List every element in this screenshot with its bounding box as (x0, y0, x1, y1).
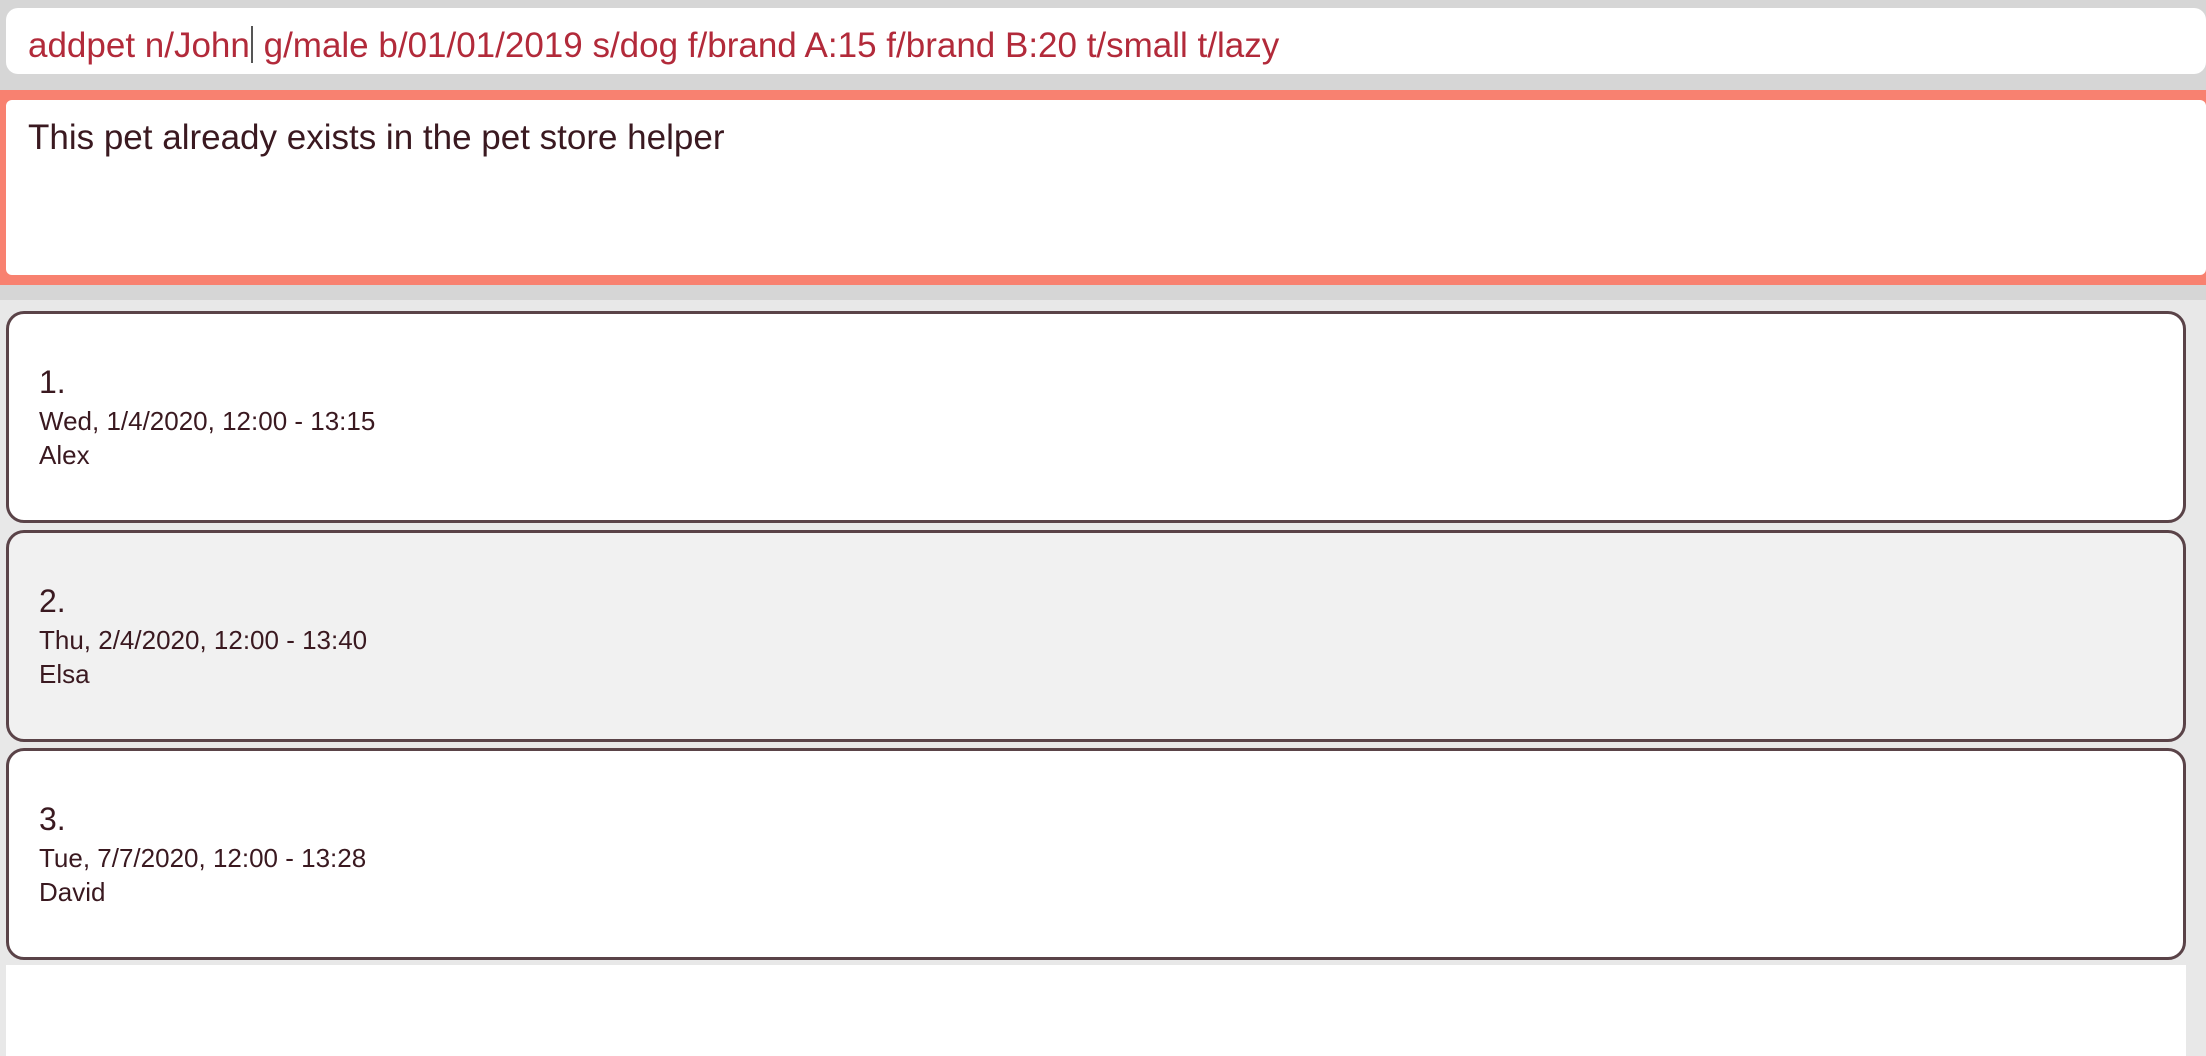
list-empty-area (6, 965, 2186, 1056)
schedule-card-index: 3. (39, 801, 66, 837)
schedule-card-index: 1. (39, 364, 66, 400)
command-text-after-cursor: g/male b/01/01/2019 s/dog f/brand A:15 f… (253, 26, 1280, 65)
result-message: This pet already exists in the pet store… (28, 118, 725, 157)
schedule-card-datetime: Wed, 1/4/2020, 12:00 - 13:15 (39, 406, 376, 436)
text-cursor (250, 26, 253, 63)
command-input[interactable]: addpet n/John g/male b/01/01/2019 s/dog … (6, 8, 2206, 74)
schedule-card-datetime: Tue, 7/7/2020, 12:00 - 13:28 (39, 843, 367, 873)
command-text-before-cursor: addpet n/John (28, 26, 250, 65)
schedule-card[interactable]: 2. Thu, 2/4/2020, 12:00 - 13:40 Elsa (6, 530, 2186, 742)
schedule-list[interactable]: 1. Wed, 1/4/2020, 12:00 - 13:15 Alex 2. … (0, 300, 2206, 1056)
schedule-card-datetime: Thu, 2/4/2020, 12:00 - 13:40 (39, 625, 368, 655)
schedule-card-name: David (39, 877, 106, 907)
schedule-card-name: Alex (39, 440, 90, 470)
result-display: This pet already exists in the pet store… (0, 90, 2206, 285)
command-text[interactable]: addpet n/John g/male b/01/01/2019 s/dog … (28, 26, 1279, 63)
result-display-area[interactable]: This pet already exists in the pet store… (6, 100, 2206, 275)
schedule-card[interactable]: 1. Wed, 1/4/2020, 12:00 - 13:15 Alex (6, 311, 2186, 523)
schedule-card-name: Elsa (39, 659, 90, 689)
schedule-card[interactable]: 3. Tue, 7/7/2020, 12:00 - 13:28 David (6, 748, 2186, 960)
schedule-card-index: 2. (39, 583, 66, 619)
